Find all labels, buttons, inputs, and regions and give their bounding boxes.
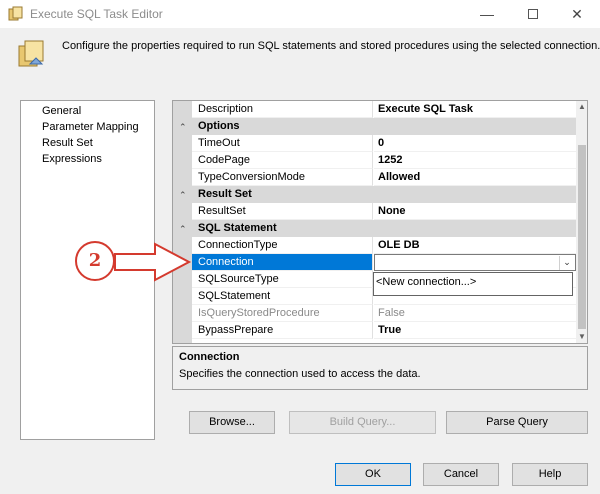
property-grid: Description Execute SQL Task ⌃ Options T… bbox=[172, 100, 588, 344]
category-label: Result Set bbox=[198, 188, 252, 200]
maximize-icon bbox=[528, 9, 538, 19]
description-text: Specifies the connection used to access … bbox=[179, 368, 421, 380]
property-name: ResultSet bbox=[192, 203, 373, 220]
property-name: Description bbox=[192, 101, 373, 118]
minimize-button[interactable]: — bbox=[464, 0, 510, 28]
grid-scrollbar[interactable]: ▲ ▼ bbox=[576, 101, 587, 343]
category-sql-statement[interactable]: ⌃ SQL Statement bbox=[173, 220, 576, 237]
property-name: TimeOut bbox=[192, 135, 373, 152]
category-label: SQL Statement bbox=[198, 222, 277, 234]
category-result-set[interactable]: ⌃ Result Set bbox=[173, 186, 576, 203]
property-name: TypeConversionMode bbox=[192, 169, 373, 186]
property-value[interactable]: True bbox=[374, 322, 576, 339]
property-value[interactable]: None bbox=[374, 203, 576, 220]
property-value[interactable]: OLE DB bbox=[374, 237, 576, 254]
property-value[interactable]: Allowed bbox=[374, 169, 576, 186]
maximize-button[interactable] bbox=[510, 0, 556, 28]
property-name: CodePage bbox=[192, 152, 373, 169]
property-value[interactable]: 1252 bbox=[374, 152, 576, 169]
build-query-button: Build Query... bbox=[289, 411, 436, 434]
step-number-badge: 2 bbox=[75, 241, 115, 281]
connection-combobox[interactable]: ⌄ bbox=[374, 254, 576, 271]
task-editor-icon bbox=[18, 40, 44, 67]
title-bar: Execute SQL Task Editor — ✕ bbox=[0, 0, 600, 28]
nav-item-expressions[interactable]: Expressions bbox=[42, 153, 102, 165]
property-value: False bbox=[374, 305, 576, 322]
property-row-description[interactable]: Description Execute SQL Task bbox=[173, 101, 576, 118]
collapse-icon[interactable]: ⌃ bbox=[179, 225, 187, 234]
browse-button[interactable]: Browse... bbox=[189, 411, 275, 434]
property-name: BypassPrepare bbox=[192, 322, 373, 339]
property-row-timeout[interactable]: TimeOut 0 bbox=[173, 135, 576, 152]
nav-item-parameter-mapping[interactable]: Parameter Mapping bbox=[42, 121, 139, 133]
window-title: Execute SQL Task Editor bbox=[30, 7, 163, 21]
nav-item-result-set[interactable]: Result Set bbox=[42, 137, 93, 149]
property-name: SQLSourceType bbox=[192, 271, 373, 288]
collapse-icon[interactable]: ⌃ bbox=[179, 123, 187, 132]
property-name: Connection bbox=[192, 254, 373, 271]
annotation-arrow-icon bbox=[114, 242, 192, 282]
scroll-down-icon[interactable]: ▼ bbox=[576, 331, 587, 343]
scroll-up-icon[interactable]: ▲ bbox=[576, 101, 587, 113]
category-label: Options bbox=[198, 120, 240, 132]
cancel-button[interactable]: Cancel bbox=[423, 463, 499, 486]
property-row-connection[interactable]: Connection ⌄ bbox=[173, 254, 576, 271]
header-description: Configure the properties required to run… bbox=[62, 40, 600, 52]
connection-dropdown-list: <New connection...> bbox=[373, 272, 573, 296]
close-button[interactable]: ✕ bbox=[554, 0, 600, 28]
property-row-typeconversionmode[interactable]: TypeConversionMode Allowed bbox=[173, 169, 576, 186]
dropdown-option-new-connection[interactable]: <New connection...> bbox=[376, 273, 572, 291]
chevron-down-icon[interactable]: ⌄ bbox=[559, 256, 574, 270]
property-value[interactable]: Execute SQL Task bbox=[374, 101, 576, 118]
category-options[interactable]: ⌃ Options bbox=[173, 118, 576, 135]
ssis-task-icon bbox=[8, 6, 23, 21]
scrollbar-thumb[interactable] bbox=[578, 145, 586, 329]
property-row-resultset[interactable]: ResultSet None bbox=[173, 203, 576, 220]
property-name: ConnectionType bbox=[192, 237, 373, 254]
property-value[interactable]: 0 bbox=[374, 135, 576, 152]
property-row-bypassprepare[interactable]: BypassPrepare True bbox=[173, 322, 576, 339]
help-button[interactable]: Help bbox=[512, 463, 588, 486]
description-title: Connection bbox=[179, 351, 240, 363]
parse-query-button[interactable]: Parse Query bbox=[446, 411, 588, 434]
property-description-panel: Connection Specifies the connection used… bbox=[172, 346, 588, 390]
property-row-isquerystoredprocedure: IsQueryStoredProcedure False bbox=[173, 305, 576, 322]
property-row-codepage[interactable]: CodePage 1252 bbox=[173, 152, 576, 169]
property-row-connectiontype[interactable]: ConnectionType OLE DB bbox=[173, 237, 576, 254]
ok-button[interactable]: OK bbox=[335, 463, 411, 486]
property-name: SQLStatement bbox=[192, 288, 373, 305]
property-name: IsQueryStoredProcedure bbox=[192, 305, 373, 322]
nav-item-general[interactable]: General bbox=[42, 105, 81, 117]
collapse-icon[interactable]: ⌃ bbox=[179, 191, 187, 200]
